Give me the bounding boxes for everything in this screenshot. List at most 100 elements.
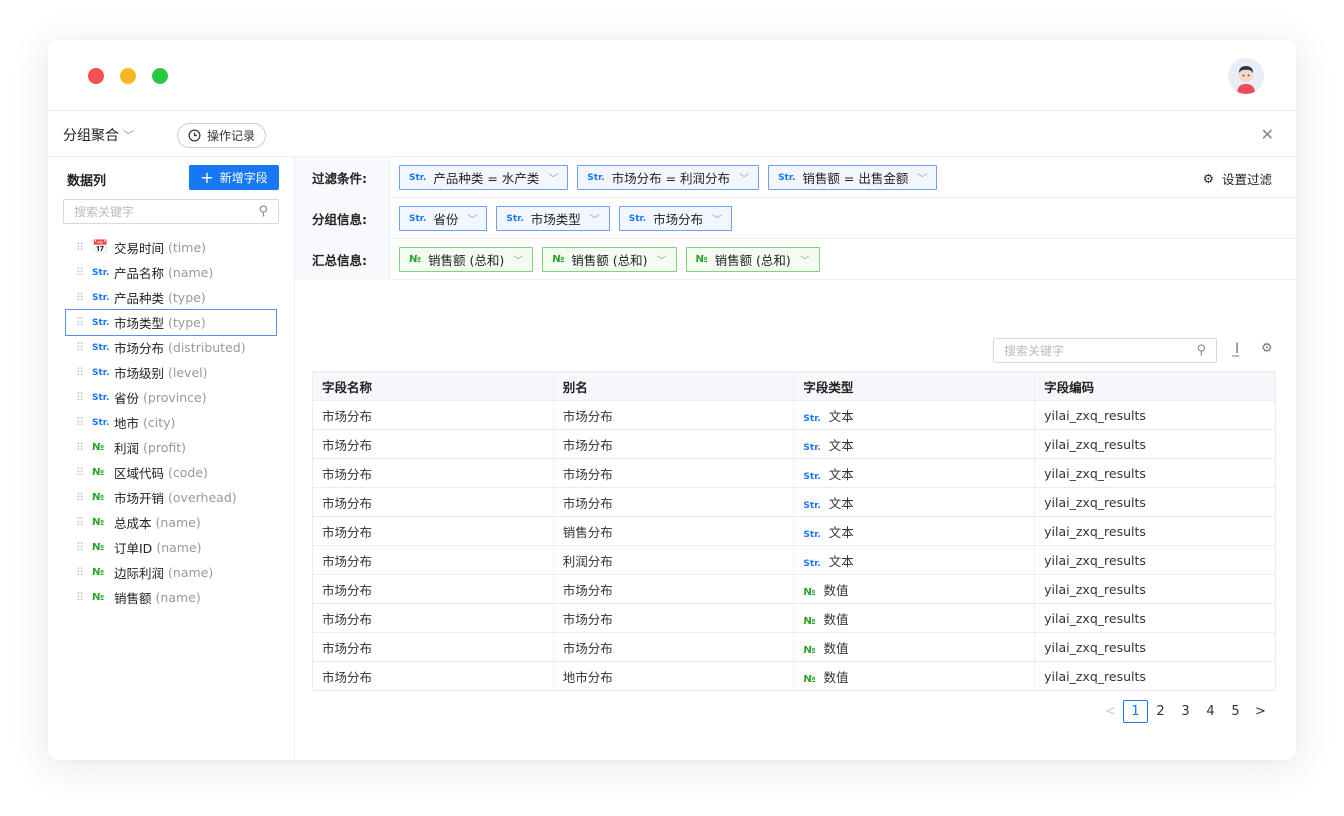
field-search-input[interactable]: 搜索关键字 ⚲: [63, 199, 279, 224]
chevron-down-icon[interactable]: ﹀: [513, 252, 523, 267]
field-item[interactable]: ⠿ № 市场开销 (overhead): [66, 485, 276, 510]
alias-cell[interactable]: 市场分布: [552, 632, 794, 662]
condition-chip[interactable]: Str. 省份 ﹀: [399, 206, 488, 231]
table-row[interactable]: 市场分布 销售分布 Str. 文本 yilai_zxq_results: [312, 516, 1276, 546]
alias-cell[interactable]: 市场分布: [552, 603, 794, 633]
table-row[interactable]: 市场分布 市场分布 Str. 文本 yilai_zxq_results: [312, 429, 1276, 459]
table-row[interactable]: 市场分布 市场分布 Str. 文本 yilai_zxq_results: [312, 458, 1276, 488]
alias-cell[interactable]: 利润分布: [552, 545, 794, 575]
field-item[interactable]: ⠿ № 销售额 (name): [66, 585, 276, 610]
drag-handle-icon[interactable]: ⠿: [76, 591, 92, 604]
condition-chip[interactable]: Str. 市场分布 = 利润分布 ﹀: [577, 165, 760, 190]
search-icon[interactable]: ⚲: [258, 204, 268, 219]
drag-handle-icon[interactable]: ⠿: [76, 566, 92, 579]
drag-handle-icon[interactable]: ⠿: [76, 291, 92, 304]
alias-cell[interactable]: 市场分布: [552, 574, 794, 604]
column-header[interactable]: 字段类型: [793, 371, 1036, 401]
field-item[interactable]: ⠿ № 订单ID (name): [66, 535, 276, 560]
chip-label: 市场分布 = 利润分布: [611, 171, 731, 186]
condition-chip[interactable]: Str. 销售额 = 出售金额 ﹀: [768, 165, 938, 190]
next-page-button[interactable]: >: [1248, 700, 1273, 723]
drag-handle-icon[interactable]: ⠿: [76, 341, 92, 354]
chevron-down-icon[interactable]: ﹀: [467, 211, 477, 226]
field-item[interactable]: ⠿ № 总成本 (name): [66, 510, 276, 535]
field-item[interactable]: ⠿ № 边际利润 (name): [66, 560, 276, 585]
maximize-window-button[interactable]: [152, 68, 168, 84]
page-button[interactable]: 2: [1148, 700, 1173, 723]
drag-handle-icon[interactable]: ⠿: [76, 466, 92, 479]
field-type-label: 数值: [823, 669, 849, 685]
table-row[interactable]: 市场分布 利润分布 Str. 文本 yilai_zxq_results: [312, 545, 1276, 575]
prev-page-button[interactable]: <: [1098, 700, 1123, 723]
alias-cell[interactable]: 市场分布: [552, 429, 794, 459]
history-button[interactable]: 操作记录: [177, 123, 267, 148]
table-row[interactable]: 市场分布 市场分布 № 数值 yilai_zxq_results: [312, 632, 1276, 662]
drag-handle-icon[interactable]: ⠿: [76, 241, 92, 254]
column-header[interactable]: 字段编码: [1034, 371, 1276, 401]
condition-chip[interactable]: № 销售额 (总和) ﹀: [542, 247, 677, 272]
drag-handle-icon[interactable]: ⠿: [76, 316, 92, 329]
condition-chip[interactable]: № 销售额 (总和) ﹀: [685, 247, 820, 272]
chevron-down-icon[interactable]: ﹀: [548, 170, 558, 185]
alias-cell[interactable]: 市场分布: [552, 400, 794, 430]
chevron-down-icon[interactable]: ﹀: [739, 170, 749, 185]
page-button[interactable]: 4: [1198, 700, 1223, 723]
table-row[interactable]: 市场分布 市场分布 Str. 文本 yilai_zxq_results: [312, 400, 1276, 430]
number-type-icon: №: [92, 592, 105, 603]
drag-handle-icon[interactable]: ⠿: [76, 266, 92, 279]
chevron-down-icon[interactable]: ﹀: [712, 211, 722, 226]
add-field-button[interactable]: + 新增字段: [189, 165, 279, 190]
chevron-down-icon[interactable]: ﹀: [590, 211, 600, 226]
field-type-cell: № 数值: [793, 632, 1035, 662]
field-item[interactable]: ⠿ № 区域代码 (code): [66, 460, 276, 485]
alias-cell[interactable]: 销售分布: [552, 516, 794, 546]
text-format-icon[interactable]: Ι̲: [1235, 341, 1239, 357]
field-code-cell: yilai_zxq_results: [1034, 487, 1276, 517]
field-item[interactable]: ⠿ 📅 交易时间 (time): [66, 235, 276, 260]
field-item[interactable]: ⠿ Str. 产品名称 (name): [66, 260, 276, 285]
table-row[interactable]: 市场分布 地市分布 № 数值 yilai_zxq_results: [312, 661, 1276, 691]
alias-cell[interactable]: 市场分布: [552, 458, 794, 488]
field-code-cell: yilai_zxq_results: [1034, 632, 1276, 662]
mode-dropdown[interactable]: 分组聚合 ﹀: [63, 125, 134, 145]
drag-handle-icon[interactable]: ⠿: [76, 416, 92, 429]
column-header[interactable]: 别名: [552, 371, 795, 401]
page-button[interactable]: 1: [1123, 700, 1148, 723]
drag-handle-icon[interactable]: ⠿: [76, 516, 92, 529]
chevron-down-icon[interactable]: ﹀: [800, 252, 810, 267]
condition-chip[interactable]: Str. 产品种类 = 水产类 ﹀: [399, 165, 569, 190]
drag-handle-icon[interactable]: ⠿: [76, 541, 92, 554]
field-item[interactable]: ⠿ Str. 市场级别 (level): [66, 360, 276, 385]
drag-handle-icon[interactable]: ⠿: [76, 491, 92, 504]
column-header[interactable]: 字段名称: [312, 371, 554, 401]
minimize-window-button[interactable]: [120, 68, 136, 84]
chevron-down-icon[interactable]: ﹀: [657, 252, 667, 267]
field-item[interactable]: ⠿ Str. 市场类型 (type): [65, 309, 277, 336]
drag-handle-icon[interactable]: ⠿: [76, 441, 92, 454]
drag-handle-icon[interactable]: ⠿: [76, 391, 92, 404]
table-row[interactable]: 市场分布 市场分布 Str. 文本 yilai_zxq_results: [312, 487, 1276, 517]
search-icon[interactable]: ⚲: [1196, 343, 1206, 358]
page-button[interactable]: 3: [1173, 700, 1198, 723]
field-item[interactable]: ⠿ Str. 产品种类 (type): [66, 285, 276, 310]
condition-chip[interactable]: Str. 市场分布 ﹀: [618, 206, 733, 231]
alias-cell[interactable]: 地市分布: [552, 661, 794, 691]
field-item[interactable]: ⠿ Str. 省份 (province): [66, 385, 276, 410]
field-item[interactable]: ⠿ Str. 市场分布 (distributed): [66, 335, 276, 360]
chevron-down-icon[interactable]: ﹀: [917, 170, 927, 185]
condition-chip[interactable]: № 销售额 (总和) ﹀: [399, 247, 534, 272]
field-item[interactable]: ⠿ Str. 地市 (city): [66, 410, 276, 435]
table-row[interactable]: 市场分布 市场分布 № 数值 yilai_zxq_results: [312, 603, 1276, 633]
field-item[interactable]: ⠿ № 利润 (profit): [66, 435, 276, 460]
condition-chip[interactable]: Str. 市场类型 ﹀: [496, 206, 610, 231]
drag-handle-icon[interactable]: ⠿: [76, 366, 92, 379]
table-search-input[interactable]: 搜索关键字 ⚲: [993, 338, 1217, 363]
close-icon[interactable]: ✕: [1261, 125, 1274, 144]
page-button[interactable]: 5: [1223, 700, 1248, 723]
alias-cell[interactable]: 市场分布: [552, 487, 794, 517]
filter-settings-button[interactable]: ⚙ 设置过滤: [1203, 169, 1272, 188]
close-window-button[interactable]: [88, 68, 104, 84]
table-row[interactable]: 市场分布 市场分布 № 数值 yilai_zxq_results: [312, 574, 1276, 604]
user-avatar[interactable]: [1228, 58, 1264, 94]
gear-icon[interactable]: ⚙: [1261, 341, 1273, 356]
